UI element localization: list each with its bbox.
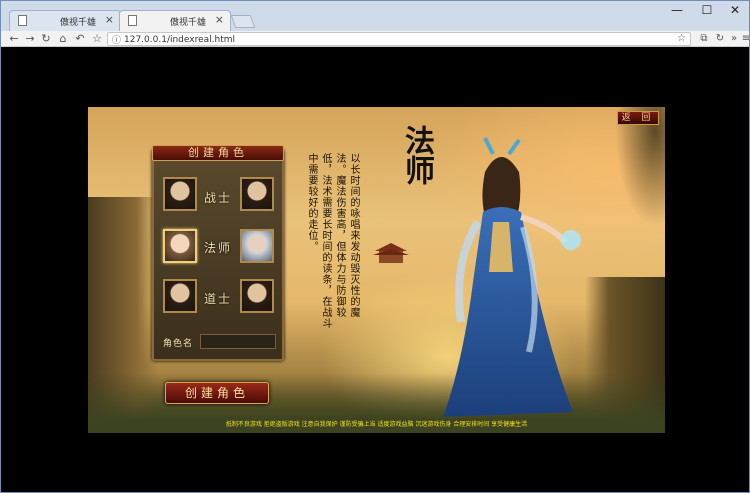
game-canvas: 返 回 创建角色 战士 法师 道士 角色名 创建角色 法师 以长时间的咏唱来发动… xyxy=(88,107,665,433)
menu-icon[interactable]: ≡ xyxy=(739,31,750,47)
page-icon xyxy=(128,15,137,26)
taoist-male-portrait[interactable] xyxy=(163,279,197,313)
reload-icon[interactable]: ↻ xyxy=(39,31,53,47)
minimize-button[interactable]: — xyxy=(663,3,691,19)
home-icon[interactable]: ⌂ xyxy=(56,31,70,47)
pagoda-icon xyxy=(373,243,409,263)
forward-arrow-icon[interactable]: → xyxy=(23,31,37,47)
undo-icon[interactable]: ↶ xyxy=(73,31,87,47)
bookmark-page-icon[interactable]: ☆ xyxy=(677,33,686,44)
maximize-button[interactable]: ☐ xyxy=(693,3,721,19)
class-label-mage: 法师 xyxy=(204,241,233,255)
bookmark-star-icon[interactable]: ☆ xyxy=(90,31,104,47)
panel-title: 创建角色 xyxy=(152,145,284,161)
browser-toolbar: ← → ↻ ⌂ ↶ ☆ ⓘ ☆ ⧉ ↻ » ≡ xyxy=(1,31,750,47)
tab-bar: 傲视千雄 × 傲视千雄 × — ☐ ✕ xyxy=(1,1,749,31)
warrior-male-portrait[interactable] xyxy=(163,177,197,211)
browser-window: 傲视千雄 × 傲视千雄 × — ☐ ✕ ← → ↻ ⌂ ↶ ☆ ⓘ ☆ ⧉ ↻ … xyxy=(0,0,750,493)
role-name-input[interactable] xyxy=(200,334,276,349)
info-icon: ⓘ xyxy=(112,36,122,46)
class-label-taoist: 道士 xyxy=(204,292,233,306)
tab-title: 傲视千雄 xyxy=(170,18,207,28)
health-game-notice: 抵制不良游戏 拒绝盗版游戏 注意自我保护 谨防受骗上当 适度游戏益脑 沉迷游戏伤… xyxy=(225,421,528,428)
class-description: 以长时间的咏唱来发动毁灭性的魔法。魔法伤害高，但体力与防御较低，法术需要长时间的… xyxy=(306,153,359,329)
warrior-female-portrait[interactable] xyxy=(240,177,274,211)
sync-icon[interactable]: ↻ xyxy=(713,31,727,47)
back-arrow-icon[interactable]: ← xyxy=(7,31,21,47)
close-tab-icon[interactable]: × xyxy=(105,13,114,26)
tab-2[interactable]: 傲视千雄 × xyxy=(119,10,231,31)
create-role-button[interactable]: 创建角色 xyxy=(165,382,269,404)
mage-character-art xyxy=(443,137,581,417)
close-tab-icon[interactable]: × xyxy=(215,13,224,26)
tree-right xyxy=(615,107,665,227)
new-tab-button[interactable] xyxy=(230,15,256,28)
tab-title: 傲视千雄 xyxy=(60,18,97,28)
url-input[interactable] xyxy=(124,34,644,45)
back-button[interactable]: 返 回 xyxy=(617,111,659,125)
page-icon xyxy=(18,15,27,26)
class-label-warrior: 战士 xyxy=(204,191,233,205)
tab-1[interactable]: 傲视千雄 × xyxy=(9,10,121,31)
mage-female-portrait[interactable] xyxy=(163,229,197,263)
mage-male-portrait[interactable] xyxy=(240,229,274,263)
close-window-button[interactable]: ✕ xyxy=(721,3,749,19)
extension-icon[interactable]: ⧉ xyxy=(697,31,711,47)
address-bar[interactable]: ⓘ ☆ xyxy=(107,32,691,46)
taoist-female-portrait[interactable] xyxy=(240,279,274,313)
name-label: 角色名 xyxy=(163,339,194,349)
